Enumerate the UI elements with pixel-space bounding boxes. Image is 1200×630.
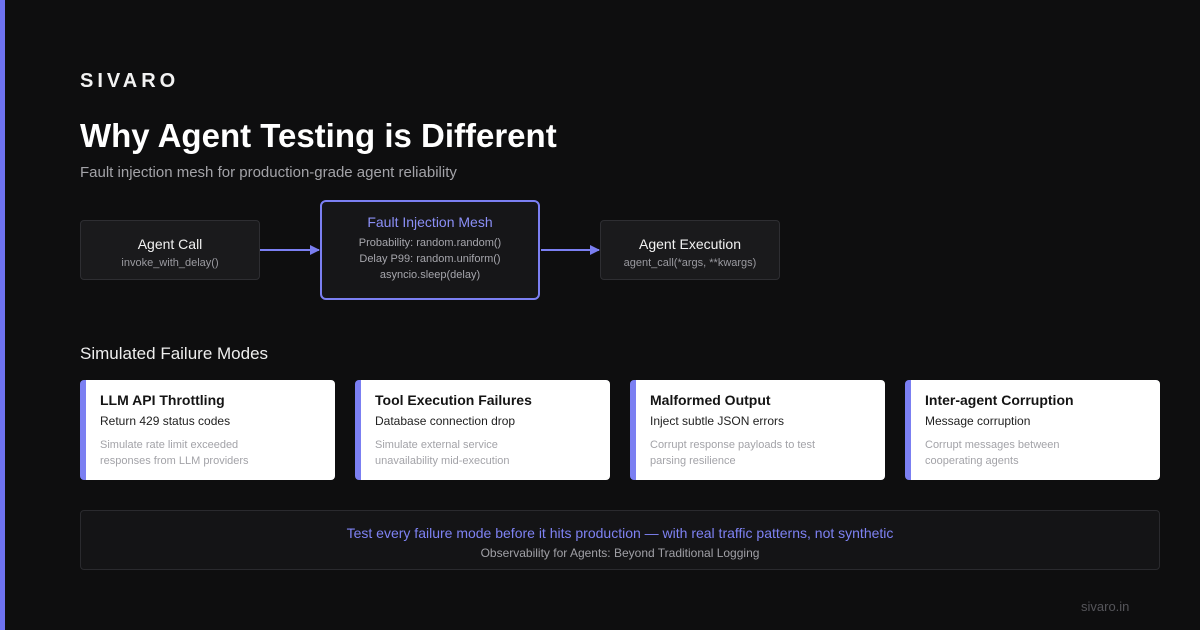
- card-title: LLM API Throttling: [100, 392, 225, 408]
- footer-callout: Test every failure mode before it hits p…: [80, 510, 1160, 570]
- card-title: Malformed Output: [650, 392, 771, 408]
- agent-execution-code: agent_call(*args, **kwargs): [623, 257, 757, 269]
- agent-call-code: invoke_with_delay(): [121, 257, 219, 269]
- agent-execution-title: Agent Execution: [639, 236, 741, 252]
- card-description: Simulate external service unavailability…: [375, 439, 510, 467]
- site-url: sivaro.in: [1081, 599, 1130, 614]
- fault-injection-mesh-node: Fault Injection Mesh Probability: random…: [320, 200, 540, 300]
- card-subtitle: Return 429 status codes: [100, 414, 231, 428]
- mesh-line-probability: Probability: random.random(): [358, 237, 502, 249]
- card-title: Inter-agent Corruption: [925, 392, 1074, 408]
- footer-main-text: Test every failure mode before it hits p…: [346, 525, 894, 541]
- mesh-line-sleep: asyncio.sleep(delay): [379, 269, 481, 281]
- mesh-title: Fault Injection Mesh: [367, 214, 493, 230]
- card-subtitle: Inject subtle JSON errors: [650, 414, 785, 428]
- card-subtitle: Message corruption: [925, 414, 1031, 428]
- agent-call-node: Agent Call invoke_with_delay(): [80, 220, 260, 280]
- footer-sub-text: Observability for Agents: Beyond Traditi…: [480, 546, 760, 560]
- card-title: Tool Execution Failures: [375, 392, 532, 408]
- failure-card-inter-agent-corruption: Inter-agent Corruption Message corruptio…: [905, 380, 1160, 480]
- failure-card-llm-throttling: LLM API Throttling Return 429 status cod…: [80, 380, 335, 480]
- agent-execution-node: Agent Execution agent_call(*args, **kwar…: [600, 220, 780, 280]
- failure-card-tool-execution: Tool Execution Failures Database connect…: [355, 380, 610, 480]
- card-description: Corrupt response payloads to test parsin…: [650, 439, 816, 467]
- card-description: Simulate rate limit exceeded responses f…: [100, 439, 249, 467]
- agent-call-title: Agent Call: [137, 236, 203, 252]
- card-description: Corrupt messages between cooperating age…: [925, 439, 1060, 467]
- failure-modes-heading: Simulated Failure Modes: [80, 344, 269, 363]
- failure-card-malformed-output: Malformed Output Inject subtle JSON erro…: [630, 380, 885, 480]
- card-subtitle: Database connection drop: [375, 414, 516, 428]
- mesh-line-delay: Delay P99: random.uniform(): [359, 253, 501, 265]
